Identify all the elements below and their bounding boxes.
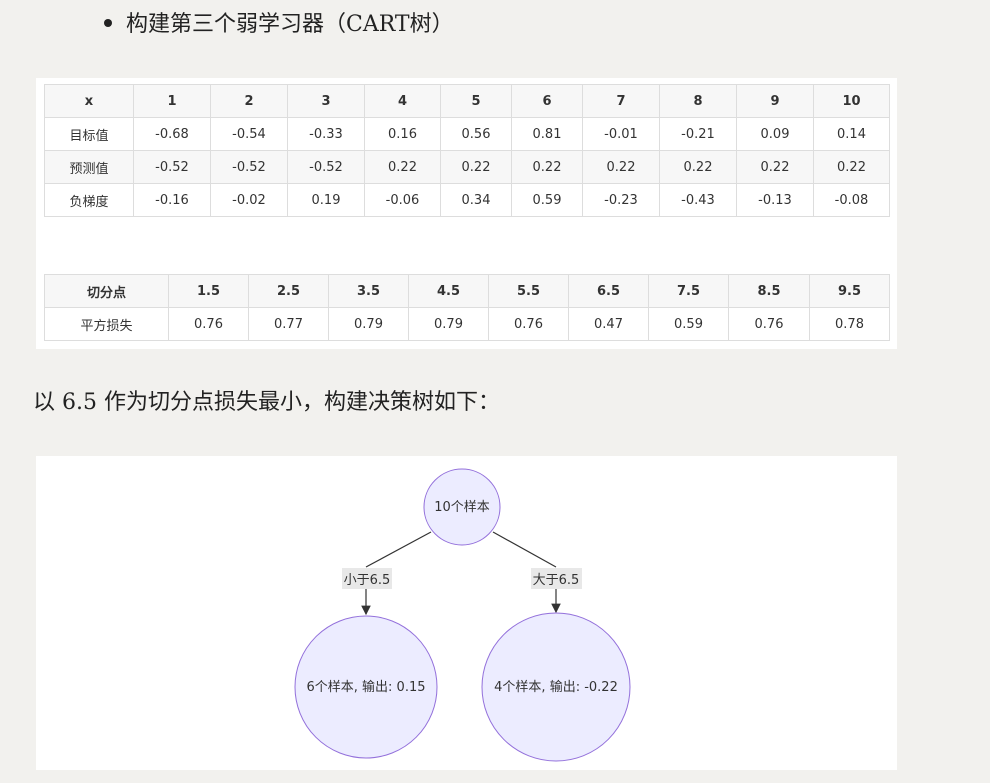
table-cell: 0.22 — [736, 150, 814, 184]
row-label-cell: 预测值 — [44, 150, 134, 184]
row-label-cell: 平方损失 — [44, 307, 169, 341]
table-cell: -0.08 — [813, 183, 890, 217]
table-row: 负梯度 -0.16 -0.02 0.19 -0.06 0.34 0.59 -0.23 -0.43… — [44, 183, 890, 217]
column-header: 2 — [210, 84, 288, 118]
column-header: 8.5 — [728, 274, 810, 308]
table-cell: 0.56 — [440, 117, 512, 151]
table-cell: 0.22 — [511, 150, 583, 184]
section-heading-text: 构建第三个弱学习器（CART树） — [126, 12, 454, 37]
table-cell: 0.14 — [813, 117, 890, 151]
column-header: 5.5 — [488, 274, 569, 308]
column-header: 4.5 — [408, 274, 489, 308]
table-cell: 0.76 — [488, 307, 569, 341]
table-cell: 0.47 — [568, 307, 649, 341]
table-cell: -0.21 — [659, 117, 737, 151]
edge-left — [365, 531, 432, 568]
table-cell: 0.22 — [582, 150, 660, 184]
column-header: 7.5 — [648, 274, 729, 308]
column-header: 切分点 — [44, 274, 169, 308]
table-cell: 0.19 — [287, 183, 365, 217]
table-cell: -0.06 — [364, 183, 441, 217]
gradient-table: x 1 2 3 4 5 6 7 8 9 10 目标值 -0.68 -0.54 -0.33 0.16 0.56 0… — [44, 84, 890, 217]
table-row: 平方损失 0.76 0.77 0.79 0.79 0.76 0.47 0.59 0.76 0.78 — [44, 307, 890, 341]
edge-label-right: 大于6.5 — [533, 573, 580, 588]
table-cell: -0.52 — [287, 150, 365, 184]
table-cell: 0.34 — [440, 183, 512, 217]
table-cell: -0.13 — [736, 183, 814, 217]
table-cell: 0.78 — [809, 307, 890, 341]
left-leaf-label: 6个样本, 输出: 0.15 — [307, 679, 426, 695]
table-header-row: 切分点 1.5 2.5 3.5 4.5 5.5 6.5 7.5 8.5 9.5 — [44, 274, 890, 308]
edge-right — [492, 531, 557, 568]
table-header-row: x 1 2 3 4 5 6 7 8 9 10 — [44, 84, 890, 118]
table-cell: 0.79 — [328, 307, 409, 341]
column-header: 6 — [511, 84, 583, 118]
right-leaf-label: 4个样本, 输出: -0.22 — [494, 679, 618, 695]
column-header: 9 — [736, 84, 814, 118]
table-cell: 0.59 — [648, 307, 729, 341]
column-header: 1 — [133, 84, 211, 118]
conclusion-sentence: 以 6.5 作为切分点损失最小，构建决策树如下： — [33, 390, 500, 415]
table-cell: -0.01 — [582, 117, 660, 151]
column-header: 9.5 — [809, 274, 890, 308]
table-cell: -0.33 — [287, 117, 365, 151]
table-cell: 0.22 — [364, 150, 441, 184]
table-cell: 0.76 — [168, 307, 249, 341]
table-row: 目标值 -0.68 -0.54 -0.33 0.16 0.56 0.81 -0.01 -0.21… — [44, 117, 890, 151]
table-cell: -0.43 — [659, 183, 737, 217]
column-header: 3.5 — [328, 274, 409, 308]
table-cell: 0.77 — [248, 307, 329, 341]
column-header: 4 — [364, 84, 441, 118]
root-node-label: 10个样本 — [434, 500, 490, 515]
table-cell: 0.81 — [511, 117, 583, 151]
column-header: 2.5 — [248, 274, 329, 308]
table-cell: 0.59 — [511, 183, 583, 217]
table-cell: -0.23 — [582, 183, 660, 217]
column-header: x — [44, 84, 134, 118]
section-heading: 构建第三个弱学习器（CART树） — [104, 8, 454, 42]
column-header: 3 — [287, 84, 365, 118]
table-cell: 0.76 — [728, 307, 810, 341]
tables-panel: x 1 2 3 4 5 6 7 8 9 10 目标值 -0.68 -0.54 -0.33 0.16 0.56 0… — [36, 78, 897, 349]
column-header: 1.5 — [168, 274, 249, 308]
row-label-cell: 负梯度 — [44, 183, 134, 217]
row-label-cell: 目标值 — [44, 117, 134, 151]
bullet-icon — [104, 19, 112, 27]
table-cell: 0.16 — [364, 117, 441, 151]
table-cell: 0.22 — [440, 150, 512, 184]
column-header: 6.5 — [568, 274, 649, 308]
table-cell: -0.52 — [210, 150, 288, 184]
table-cell: -0.52 — [133, 150, 211, 184]
table-row: 预测值 -0.52 -0.52 -0.52 0.22 0.22 0.22 0.22 0.22 0.… — [44, 150, 890, 184]
column-header: 10 — [813, 84, 890, 118]
decision-tree-panel: 小于6.5 大于6.5 10个样本 6个样本, 输出: 0.15 4个样本, 输… — [36, 456, 897, 770]
table-cell: 0.22 — [659, 150, 737, 184]
edge-label-left: 小于6.5 — [344, 573, 391, 588]
table-cell: -0.02 — [210, 183, 288, 217]
table-cell: 0.79 — [408, 307, 489, 341]
column-header: 5 — [440, 84, 512, 118]
table-cell: -0.68 — [133, 117, 211, 151]
table-cell: -0.54 — [210, 117, 288, 151]
decision-tree-diagram: 小于6.5 大于6.5 10个样本 6个样本, 输出: 0.15 4个样本, 输… — [294, 468, 631, 762]
split-loss-table: 切分点 1.5 2.5 3.5 4.5 5.5 6.5 7.5 8.5 9.5 平方损失 0.76 0… — [44, 274, 890, 341]
column-header: 8 — [659, 84, 737, 118]
column-header: 7 — [582, 84, 660, 118]
table-cell: 0.09 — [736, 117, 814, 151]
table-cell: 0.22 — [813, 150, 890, 184]
table-cell: -0.16 — [133, 183, 211, 217]
